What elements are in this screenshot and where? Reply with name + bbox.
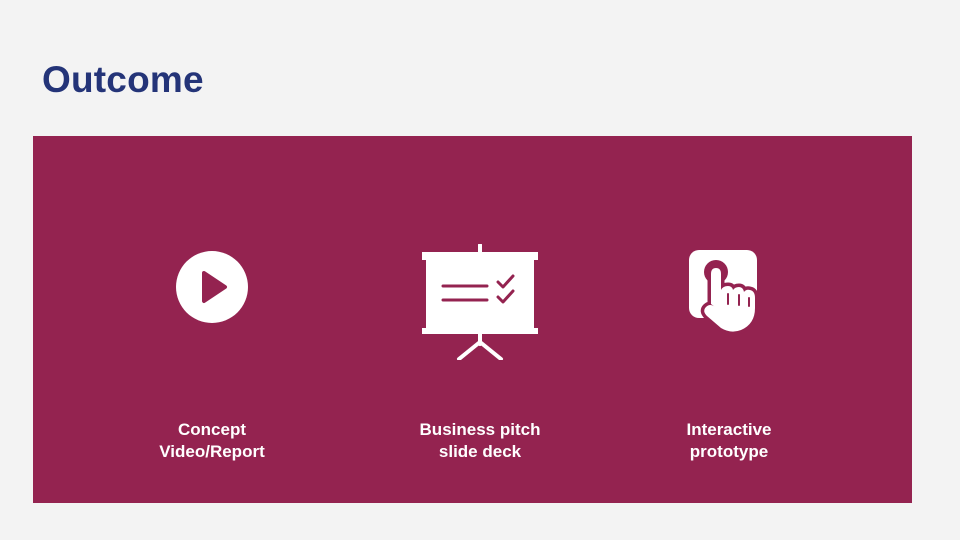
play-icon xyxy=(176,251,248,323)
outcome-label-line1: Business pitch xyxy=(419,420,541,439)
outcome-item-prototype: Interactive prototype xyxy=(629,136,829,503)
outcome-label: Business pitch slide deck xyxy=(380,419,580,463)
slide-title: Outcome xyxy=(42,59,204,100)
outcome-label-line2: Video/Report xyxy=(159,442,265,461)
outcome-label-line1: Interactive xyxy=(686,420,772,439)
outcome-label: Interactive prototype xyxy=(629,419,829,463)
outcome-label: Concept Video/Report xyxy=(112,419,312,463)
slide: Outcome Concept Video/Report Business pi… xyxy=(0,0,960,540)
outcome-label-line2: prototype xyxy=(689,442,769,461)
outcome-label-line2: slide deck xyxy=(438,442,522,461)
presentation-board-icon xyxy=(422,244,538,360)
outcomes-panel: Concept Video/Report Business pitch slid… xyxy=(33,136,912,503)
touch-tap-icon xyxy=(689,250,759,334)
outcome-label-line1: Concept xyxy=(178,420,246,439)
outcome-item-video: Concept Video/Report xyxy=(112,136,312,503)
outcome-item-pitch-deck: Business pitch slide deck xyxy=(380,136,580,503)
